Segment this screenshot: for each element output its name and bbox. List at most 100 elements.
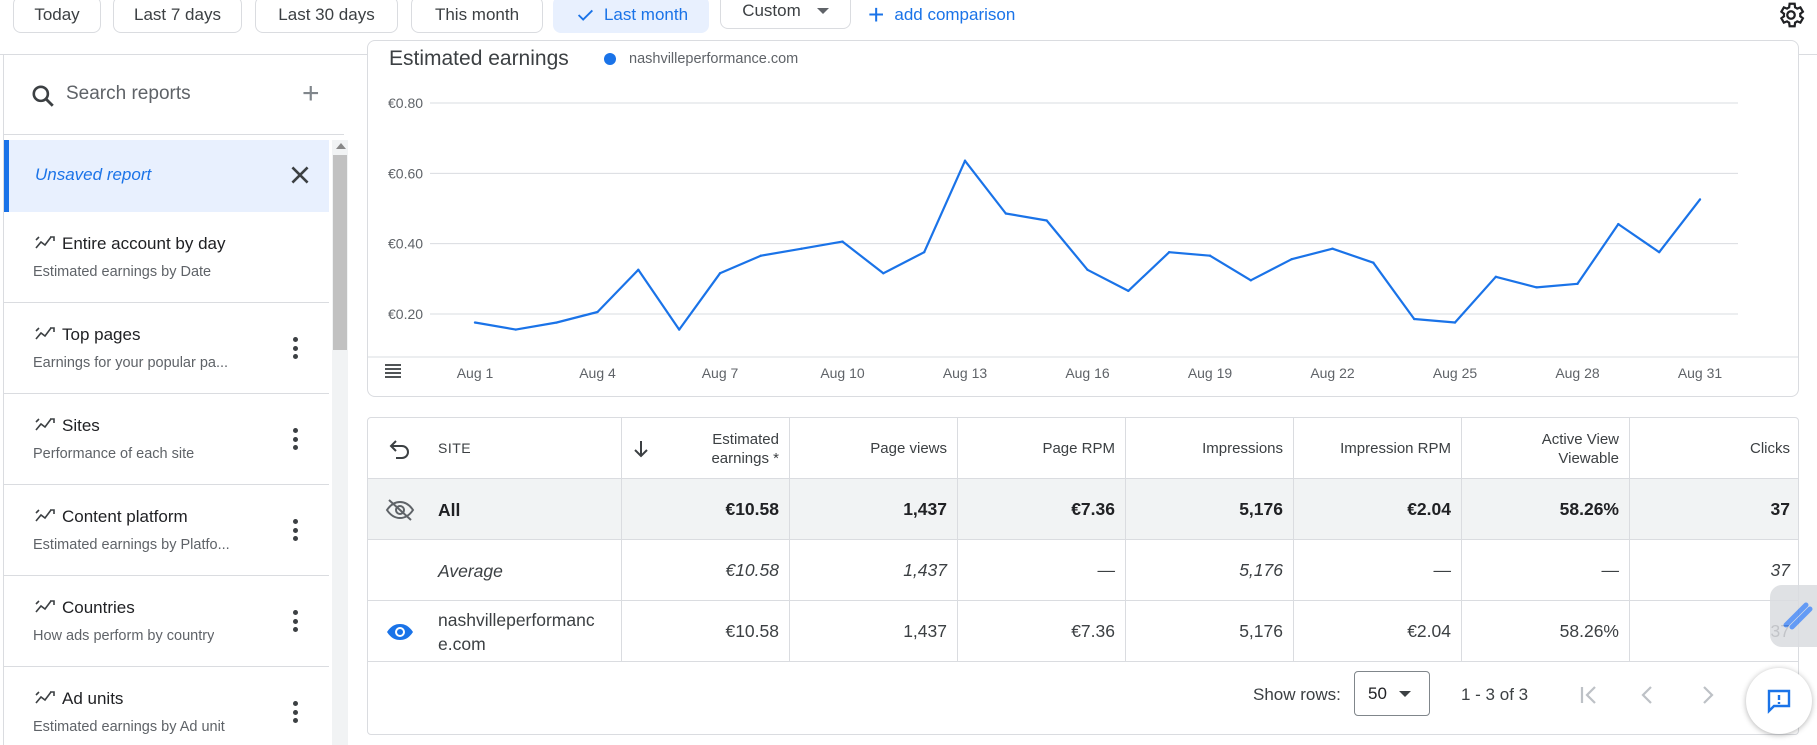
data-point	[1167, 250, 1171, 254]
table-cell: 1,437	[790, 479, 958, 540]
more-vert-icon[interactable]	[292, 519, 300, 543]
data-point	[841, 240, 844, 243]
scroll-up-icon[interactable]	[336, 143, 346, 149]
search-reports[interactable]: Search reports +	[4, 55, 344, 135]
data-point	[800, 247, 803, 250]
close-icon[interactable]	[287, 162, 313, 188]
site-name: nashvilleperformance.com	[438, 609, 595, 654]
chip-last-30-days[interactable]: Last 30 days	[255, 0, 398, 33]
add-comparison-button[interactable]: + add comparison	[868, 1, 1015, 29]
report-subtitle: Earnings for your popular pa...	[33, 355, 229, 371]
column-label: Clicks	[1750, 440, 1790, 457]
pen-icon	[1783, 602, 1813, 630]
report-item-top-pages[interactable]: Top pages Earnings for your popular pa..…	[4, 303, 329, 394]
column-header-active-view-viewable[interactable]: Active View Viewable	[1462, 418, 1630, 479]
table-cell: 58.26%	[1462, 601, 1630, 662]
chart-title: Estimated earnings	[389, 47, 569, 70]
column-header-page-views[interactable]: Page views	[790, 418, 958, 479]
column-label: Impression RPM	[1340, 440, 1451, 457]
trend-icon	[35, 600, 55, 613]
table-cell: 5,176	[1126, 601, 1294, 662]
feedback-button[interactable]	[1746, 668, 1812, 734]
x-tick-label: Aug 13	[943, 365, 988, 381]
chip-custom[interactable]: Custom	[720, 0, 851, 29]
first-page-icon[interactable]	[1576, 682, 1602, 708]
rows-per-page-select[interactable]: 50	[1354, 671, 1430, 716]
chip-last-month[interactable]: Last month	[553, 0, 709, 33]
table-cell: 1,437	[790, 601, 958, 662]
column-header-impression-rpm[interactable]: Impression RPM	[1294, 418, 1462, 479]
chevron-left-icon[interactable]	[1635, 682, 1661, 708]
column-header-clicks[interactable]: Clicks	[1630, 418, 1798, 479]
table-cell: 58.26%	[1462, 479, 1630, 540]
table-cell-site: All	[368, 479, 622, 540]
table-cell: —	[1462, 540, 1630, 601]
gear-icon[interactable]	[1776, 0, 1806, 30]
chip-last-7-days[interactable]: Last 7 days	[113, 0, 242, 33]
report-item-content-platform[interactable]: Content platform Estimated earnings by P…	[4, 485, 329, 576]
table-row-average: Average €10.58 1,437 — 5,176 — — 37	[368, 540, 1798, 601]
x-tick-label: Aug 25	[1433, 365, 1478, 381]
rows-per-page-value: 50	[1368, 683, 1387, 703]
reports-sidebar: Search reports + Unsaved report Entire a…	[3, 55, 348, 745]
report-item-ad-units[interactable]: Ad units Estimated earnings by Ad unit	[4, 667, 329, 745]
undo-icon[interactable]	[388, 438, 412, 460]
side-widget-tab[interactable]	[1770, 585, 1817, 647]
report-item-sites[interactable]: Sites Performance of each site	[4, 394, 329, 485]
column-label: Page RPM	[1042, 440, 1115, 457]
x-tick-label: Aug 10	[820, 365, 865, 381]
data-point	[637, 268, 640, 271]
table-cell-site: nashvilleperformance.com	[368, 601, 622, 662]
earnings-chart-card: €0.80 €0.60 €0.40 €0.20 Aug 1 Aug 4 Aug 7 Aug 1…	[367, 40, 1799, 397]
data-point	[1494, 275, 1498, 278]
data-point	[596, 310, 599, 314]
report-title: Sites	[62, 416, 100, 435]
table-cell: €10.58	[622, 601, 790, 662]
chip-today[interactable]: Today	[13, 0, 101, 33]
report-subtitle: Estimated earnings by Ad unit	[33, 719, 225, 735]
y-tick-label: €0.40	[388, 236, 423, 252]
report-title: Countries	[62, 598, 135, 617]
unsaved-report-item[interactable]: Unsaved report	[4, 140, 329, 212]
column-header-impressions[interactable]: Impressions	[1126, 418, 1294, 479]
column-label: Page views	[870, 440, 947, 457]
x-tick-label: Aug 28	[1555, 365, 1600, 381]
report-item-entire-account[interactable]: Entire account by day Estimated earnings…	[4, 212, 329, 303]
column-label: Active View Viewable	[1541, 430, 1619, 467]
table-cell: —	[958, 540, 1126, 601]
arrow-down-icon[interactable]	[633, 438, 649, 460]
scrollbar-thumb[interactable]	[333, 155, 347, 350]
search-input[interactable]: Search reports	[66, 83, 191, 105]
data-point	[1617, 222, 1620, 226]
report-item-countries[interactable]: Countries How ads perform by country	[4, 576, 329, 667]
trend-icon	[35, 236, 55, 249]
column-label: Impressions	[1202, 440, 1283, 457]
chip-label: Custom	[742, 0, 801, 20]
table-cell: 5,176	[1126, 479, 1294, 540]
trend-icon	[35, 691, 55, 704]
trend-icon	[35, 509, 55, 522]
unsaved-report-label: Unsaved report	[35, 165, 152, 184]
more-vert-icon[interactable]	[292, 337, 300, 361]
table-cell: 37	[1770, 499, 1790, 519]
data-point	[1535, 286, 1538, 289]
chip-this-month[interactable]: This month	[411, 0, 543, 33]
add-report-icon[interactable]: +	[302, 77, 320, 111]
data-point	[1004, 212, 1008, 215]
column-header-page-rpm[interactable]: Page RPM	[958, 418, 1126, 479]
report-title: Top pages	[62, 325, 141, 344]
more-vert-icon[interactable]	[292, 428, 300, 452]
sidebar-scrollbar[interactable]	[332, 140, 348, 745]
report-title: Ad units	[62, 689, 124, 708]
more-vert-icon[interactable]	[292, 701, 300, 725]
check-icon	[577, 9, 593, 21]
report-title: Content platform	[62, 507, 188, 526]
feedback-icon	[1767, 689, 1791, 714]
chevron-right-icon[interactable]	[1694, 682, 1720, 708]
legend-dot	[604, 53, 616, 65]
legend-label: nashvilleperformance.com	[629, 51, 799, 67]
data-point	[1249, 279, 1253, 282]
more-vert-icon[interactable]	[292, 610, 300, 634]
data-point	[514, 328, 518, 331]
table-cell: €7.36	[958, 479, 1126, 540]
